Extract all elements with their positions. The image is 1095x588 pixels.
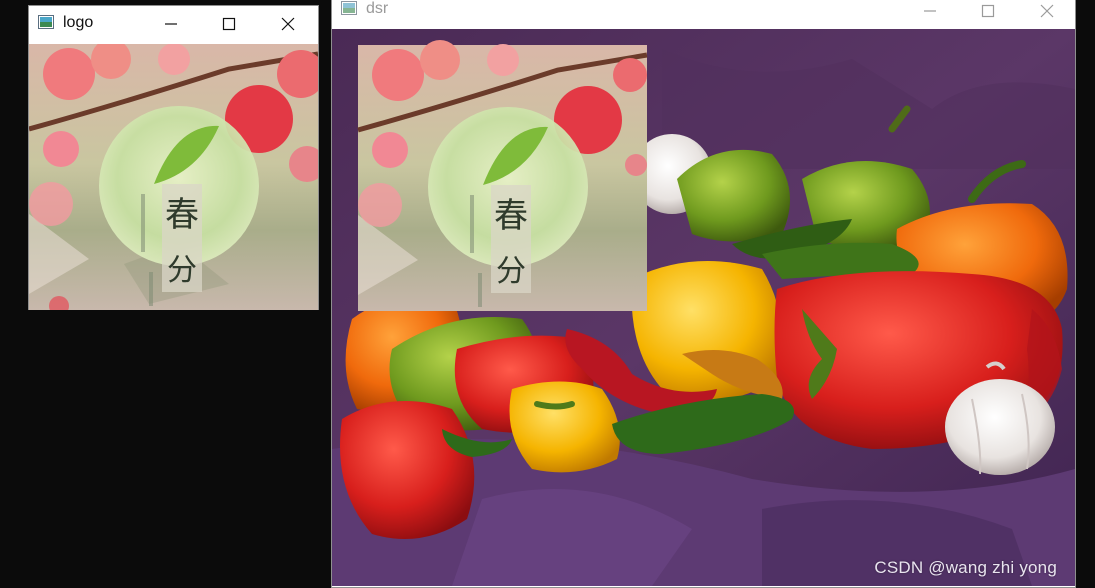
minimize-button[interactable] [142, 6, 200, 42]
dsr-window: dsr 春 分 CSDN @wang zhi yong [331, 0, 1076, 588]
peppers-photo: 春 分 CSDN @wang zhi yong [332, 29, 1075, 586]
csdn-watermark: CSDN @wang zhi yong [874, 558, 1057, 577]
maximize-icon [981, 4, 995, 18]
logo-window: logo 春 分 [28, 5, 319, 310]
logo-titlebar[interactable]: logo [29, 6, 318, 42]
window-title: logo [63, 14, 94, 31]
close-icon [281, 17, 295, 31]
logo-char-bottom: 分 [167, 253, 197, 288]
overlay-char-bottom: 分 [496, 254, 526, 289]
minimize-icon [924, 10, 936, 12]
close-icon [1040, 4, 1054, 18]
minimize-icon [165, 23, 177, 25]
close-button[interactable] [1018, 0, 1076, 29]
close-button[interactable] [259, 6, 317, 42]
maximize-button[interactable] [200, 6, 258, 42]
overlay-char-top: 春 [494, 196, 528, 236]
app-icon [38, 15, 54, 29]
maximize-button[interactable] [959, 0, 1017, 29]
app-icon [341, 1, 357, 15]
maximize-icon [222, 17, 236, 31]
window-title: dsr [366, 0, 389, 17]
logo-overlay: 春 分 [357, 40, 648, 311]
dsr-titlebar[interactable]: dsr [332, 0, 1075, 29]
minimize-button[interactable] [901, 0, 959, 29]
logo-image: 春 分 [29, 44, 318, 310]
logo-char-top: 春 [165, 195, 199, 235]
